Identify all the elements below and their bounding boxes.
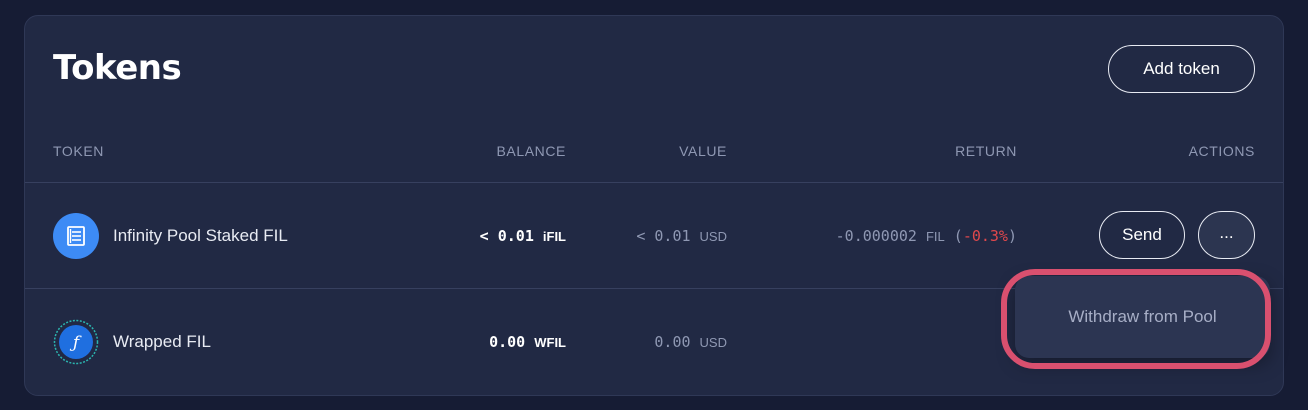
column-header-value: VALUE (679, 143, 727, 159)
column-header-actions: ACTIONS (1188, 143, 1255, 159)
token-name: Wrapped FIL (113, 332, 211, 351)
column-header-token: TOKEN (53, 143, 104, 159)
table-row: Infinity Pool Staked FIL < 0.01 iFIL < 0… (25, 183, 1283, 288)
token-name: Infinity Pool Staked FIL (113, 226, 288, 245)
withdraw-from-pool-menu-item[interactable]: Withdraw from Pool (1015, 276, 1270, 358)
token-value: < 0.01 USD (636, 227, 727, 245)
card-title: Tokens (53, 48, 182, 88)
return-percent: -0.3% (962, 227, 1008, 245)
token-return: -0.000002 FIL (-0.3%) (835, 227, 1017, 245)
add-token-button[interactable]: Add token (1108, 45, 1255, 93)
wfil-token-icon: ƒ (53, 319, 99, 365)
token-value: 0.00 USD (654, 333, 727, 351)
token-balance: < 0.01 iFIL (479, 227, 566, 245)
token-balance: 0.00 WFIL (489, 333, 566, 351)
more-actions-button[interactable]: ... (1198, 211, 1255, 259)
column-header-return: RETURN (955, 143, 1017, 159)
send-button[interactable]: Send (1099, 211, 1185, 259)
ifil-token-icon (53, 213, 99, 259)
actions-dropdown-menu: Withdraw from Pool (1015, 276, 1270, 358)
column-header-balance: BALANCE (496, 143, 566, 159)
